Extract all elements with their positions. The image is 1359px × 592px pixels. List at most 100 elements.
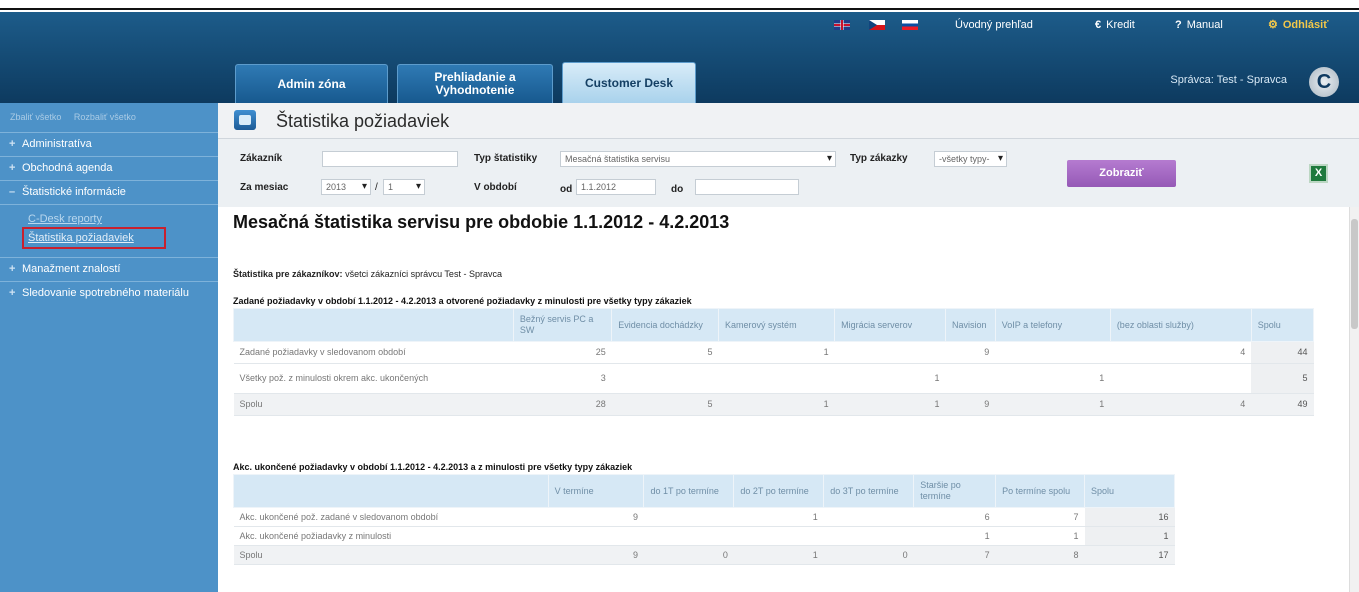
customer-input[interactable] bbox=[322, 151, 458, 167]
stat-type-select[interactable]: Mesačná štatistika servisu bbox=[560, 151, 836, 167]
cell-value: 9 bbox=[945, 341, 996, 364]
column-header: Po termíne spolu bbox=[995, 474, 1086, 508]
sidebar-item-statistics[interactable]: – Štatistické informácie bbox=[0, 181, 218, 205]
flag-sk-icon[interactable] bbox=[902, 20, 918, 30]
report-customer-line: Štatistika pre zákazníkov: všetci zákazn… bbox=[233, 269, 502, 279]
cell-value: 1 bbox=[913, 526, 996, 546]
page-title-bar: Štatistika požiadaviek bbox=[218, 103, 1359, 139]
sidebar-item-business[interactable]: + Obchodná agenda bbox=[0, 157, 218, 181]
row-label: Spolu bbox=[233, 393, 514, 416]
expand-icon: + bbox=[9, 287, 16, 299]
expand-all-link[interactable]: Rozbaliť všetko bbox=[74, 112, 136, 122]
sidebar-toggle-bar: Zbaliť všetko Rozbaliť všetko bbox=[0, 103, 218, 133]
cell-value bbox=[548, 526, 644, 546]
content-scrollbar[interactable] bbox=[1349, 207, 1359, 592]
sidebar-link-request-statistics[interactable]: Štatistika požiadaviek bbox=[22, 227, 166, 249]
tab-browse-evaluate[interactable]: Prehliadanie a Vyhodnotenie bbox=[397, 64, 553, 103]
column-header bbox=[233, 474, 549, 508]
column-header: Spolu bbox=[1250, 308, 1315, 342]
cell-value: 17 bbox=[1084, 545, 1175, 565]
period-label: V období bbox=[474, 182, 517, 193]
column-header: Kamerový systém bbox=[718, 308, 836, 342]
column-header: V termíne bbox=[547, 474, 645, 508]
app-header: Úvodný prehľad € Kredit ? Manual ⚙ Odhlásiť… bbox=[0, 12, 1359, 103]
cell-value: 1 bbox=[834, 363, 946, 394]
overview-link[interactable]: Úvodný prehľad bbox=[955, 17, 1033, 33]
show-button[interactable]: Zobraziť bbox=[1067, 160, 1176, 187]
order-type-select[interactable]: -všetky typy- bbox=[934, 151, 1007, 167]
tab-admin-zone[interactable]: Admin zóna bbox=[235, 64, 388, 103]
row-label: Zadané požiadavky v sledovanom období bbox=[233, 341, 514, 364]
statistics-icon bbox=[234, 110, 256, 130]
manual-link[interactable]: ? Manual bbox=[1175, 17, 1223, 33]
sidebar-submenu-statistics: C-Desk reporty Štatistika požiadaviek bbox=[0, 205, 218, 258]
expand-icon: + bbox=[9, 138, 16, 150]
sidebar-link-cdesk-reports[interactable]: C-Desk reporty bbox=[28, 211, 208, 227]
sidebar-item-consumables[interactable]: + Sledovanie spotrebného materiálu bbox=[0, 282, 218, 305]
closed-requests-table: V termíne do 1T po termíne do 2T po termín… bbox=[233, 474, 1175, 565]
sidebar: Zbaliť všetko Rozbaliť všetko + Administr… bbox=[0, 103, 218, 592]
month-select[interactable]: 1 bbox=[383, 179, 425, 195]
collapse-all-link[interactable]: Zbaliť všetko bbox=[10, 112, 61, 122]
cell-value bbox=[643, 526, 734, 546]
sidebar-item-knowledge[interactable]: + Manažment znalostí bbox=[0, 258, 218, 282]
cell-value bbox=[995, 341, 1111, 364]
to-label: do bbox=[671, 184, 684, 195]
order-type-label: Typ zákazky bbox=[850, 153, 908, 164]
customer-label: Zákazník bbox=[240, 153, 283, 164]
cell-value: 3 bbox=[513, 363, 612, 394]
table-row: Spolu 9 0 1 0 7 8 17 bbox=[233, 545, 1175, 565]
table-row: Akc. ukončené pož. zadané v sledovanom o… bbox=[233, 507, 1175, 527]
top-border bbox=[0, 0, 1359, 10]
column-header: do 3T po termíne bbox=[823, 474, 915, 508]
sidebar-item-administration[interactable]: + Administratíva bbox=[0, 133, 218, 157]
table-row: Akc. ukončené požiadavky z minulosti 1 1 1 bbox=[233, 526, 1175, 546]
from-date-input[interactable]: 1.1.2012 bbox=[576, 179, 656, 195]
column-header: Staršie po termíne bbox=[913, 474, 997, 508]
page-title: Štatistika požiadaviek bbox=[276, 111, 450, 131]
power-icon: ⚙ bbox=[1268, 19, 1278, 31]
current-user: Správca: Test - Spravca bbox=[1170, 74, 1287, 86]
app-logo: C bbox=[1309, 67, 1339, 97]
year-select[interactable]: 2013 bbox=[321, 179, 371, 195]
credit-link[interactable]: € Kredit bbox=[1095, 17, 1135, 33]
to-date-input[interactable] bbox=[695, 179, 799, 195]
table-row: Spolu 28 5 1 1 9 1 4 49 bbox=[233, 393, 1314, 416]
cell-value: 1 bbox=[995, 393, 1111, 416]
cell-value: 28 bbox=[513, 393, 612, 416]
cell-value: 7 bbox=[913, 545, 996, 565]
scrollbar-thumb[interactable] bbox=[1351, 219, 1358, 329]
row-label: Akc. ukončené požiadavky z minulosti bbox=[233, 526, 549, 546]
cell-value: 16 bbox=[1084, 507, 1175, 527]
header-toolbar: Úvodný prehľad € Kredit ? Manual ⚙ Odhlásiť bbox=[0, 12, 1359, 38]
flag-cz-icon[interactable] bbox=[869, 20, 885, 30]
column-header: Navision bbox=[945, 308, 996, 342]
cell-value: 1 bbox=[995, 526, 1085, 546]
cell-value: 49 bbox=[1251, 393, 1314, 416]
cell-value bbox=[733, 526, 824, 546]
cell-value bbox=[823, 507, 914, 527]
tab-customer-desk[interactable]: Customer Desk bbox=[562, 62, 696, 103]
column-header: VoIP a telefony bbox=[994, 308, 1111, 342]
cell-value: 6 bbox=[913, 507, 996, 527]
cell-value: 4 bbox=[1110, 393, 1252, 416]
column-header: do 1T po termíne bbox=[643, 474, 735, 508]
flag-uk-icon[interactable] bbox=[834, 20, 850, 30]
report-title: Mesačná štatistika servisu pre obdobie 1… bbox=[233, 212, 730, 232]
logout-link[interactable]: ⚙ Odhlásiť bbox=[1268, 17, 1329, 33]
cell-value: 1 bbox=[718, 393, 835, 416]
row-label: Akc. ukončené pož. zadané v sledovanom o… bbox=[233, 507, 549, 527]
table-row: Zadané požiadavky v sledovanom období 25 5… bbox=[233, 341, 1314, 364]
cell-value: 0 bbox=[823, 545, 914, 565]
cell-value bbox=[643, 507, 734, 527]
cell-value: 5 bbox=[1251, 363, 1314, 394]
column-header: Spolu bbox=[1084, 474, 1175, 508]
from-label: od bbox=[560, 184, 573, 195]
table2-caption: Akc. ukončené požiadavky v období 1.1.20… bbox=[233, 462, 633, 472]
column-header: do 2T po termíne bbox=[733, 474, 825, 508]
month-label: Za mesiac bbox=[240, 182, 289, 193]
cell-value: 5 bbox=[611, 393, 719, 416]
excel-export-icon[interactable]: X bbox=[1309, 164, 1328, 183]
cell-value: 1 bbox=[718, 341, 835, 364]
cell-value: 7 bbox=[995, 507, 1085, 527]
